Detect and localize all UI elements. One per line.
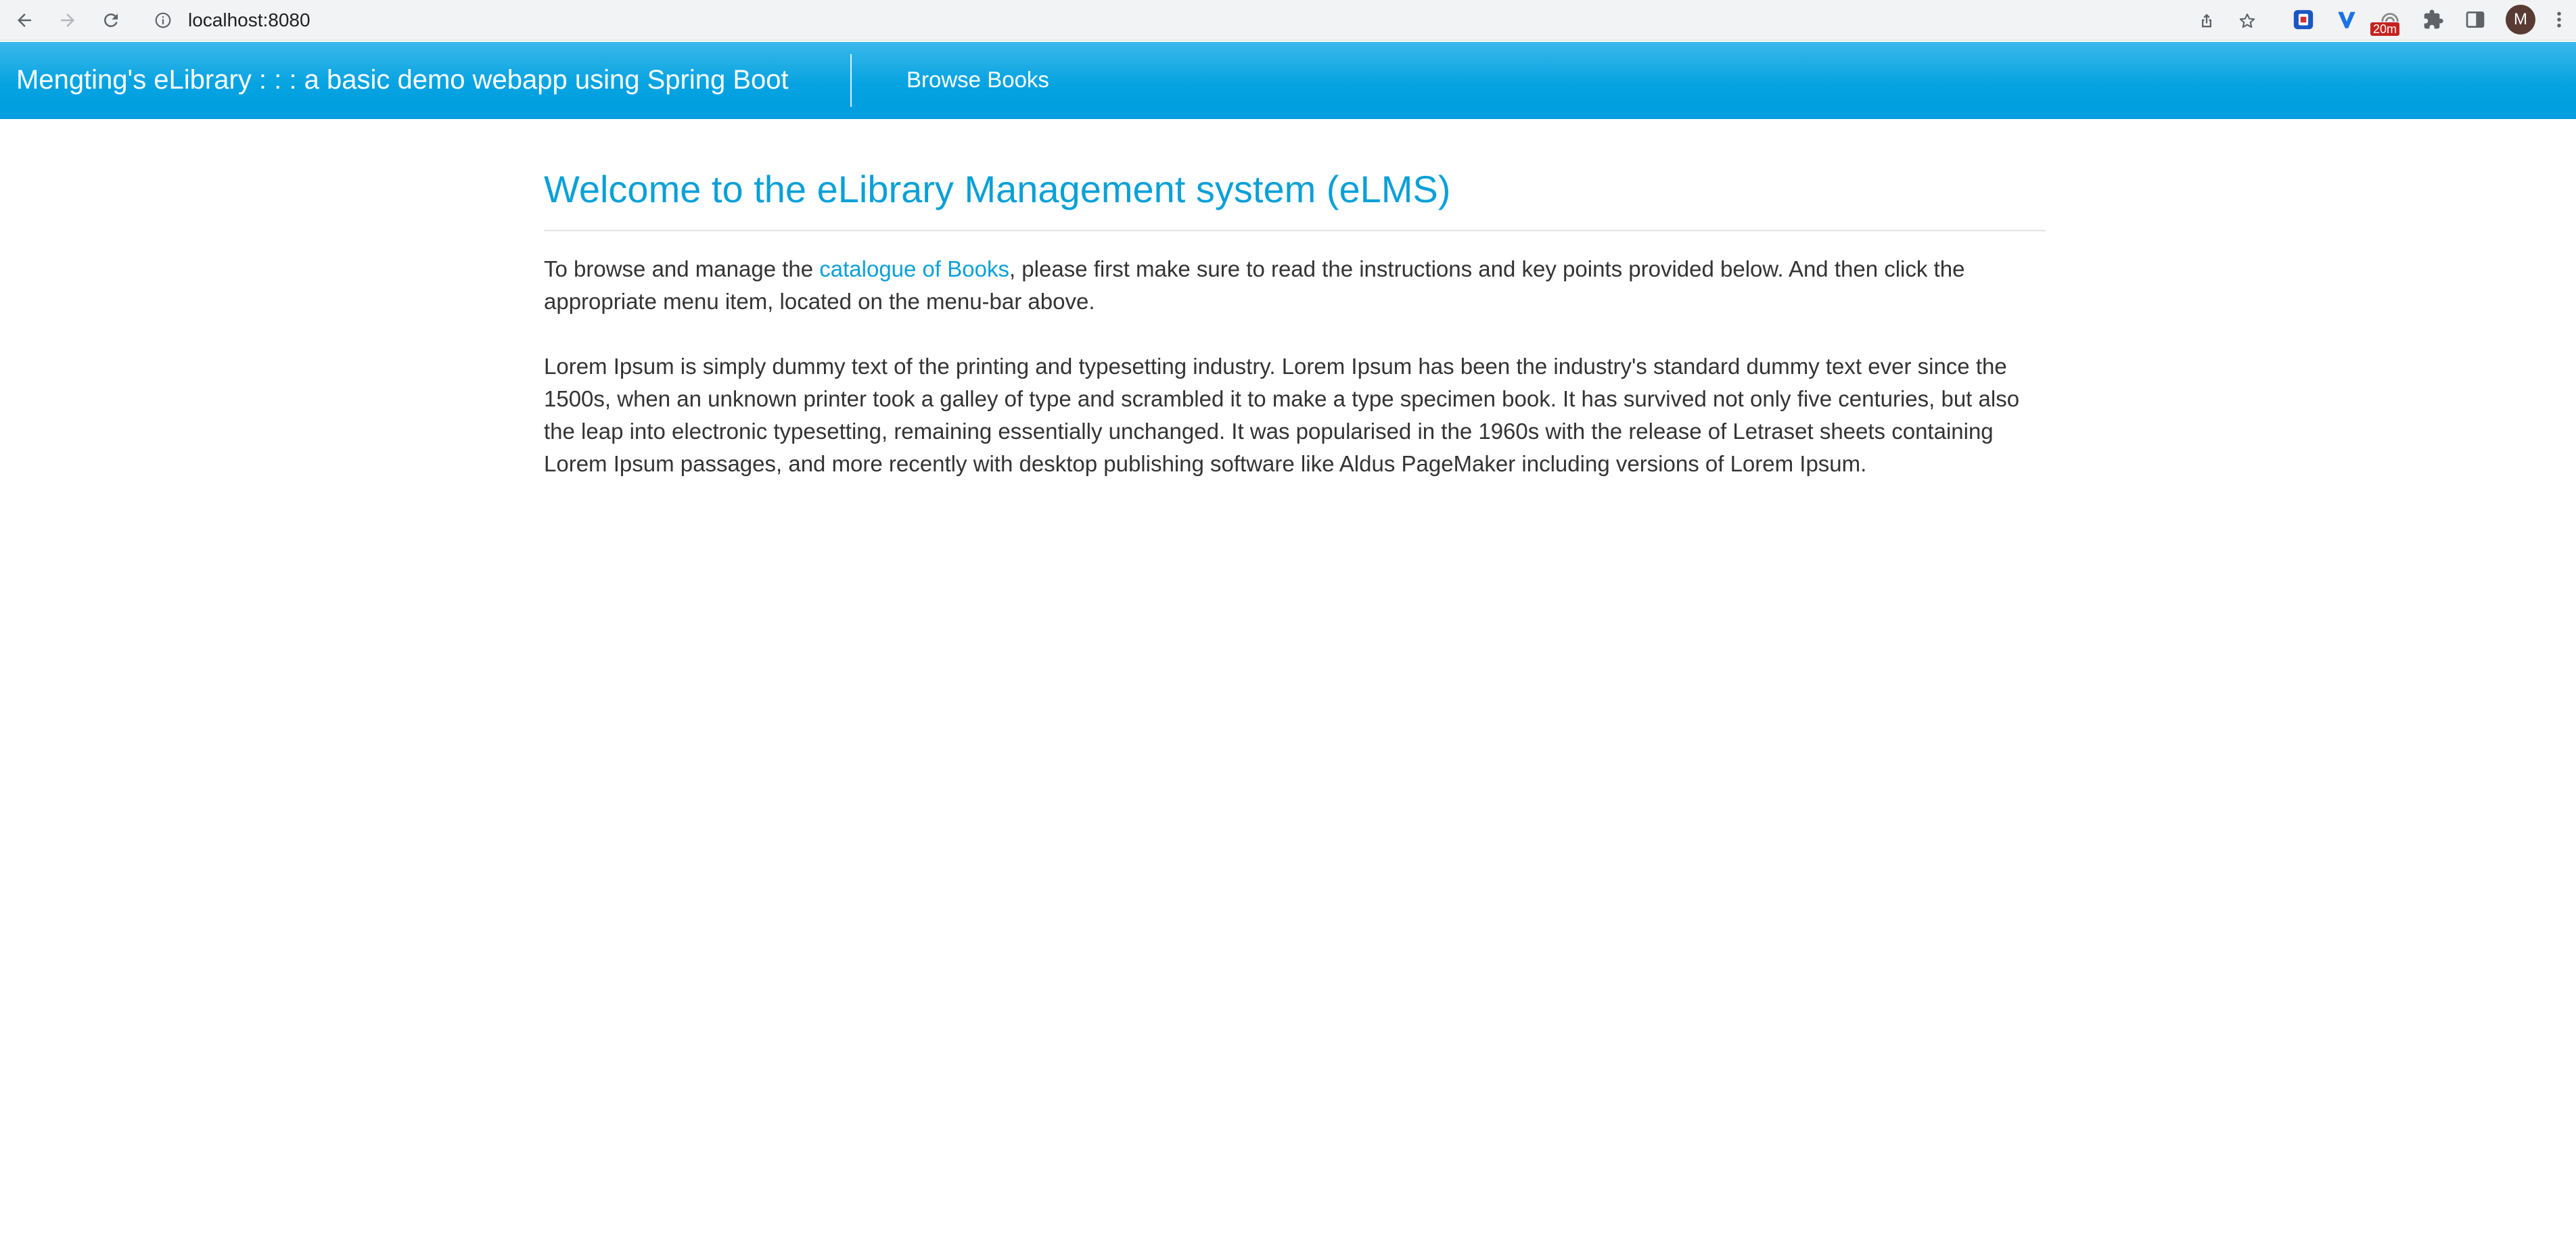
kebab-menu-icon[interactable] [2549, 7, 2569, 32]
avatar[interactable]: M [2506, 5, 2535, 34]
navbar-brand[interactable]: Mengting's eLibrary : : : a basic demo w… [16, 64, 789, 95]
forward-button[interactable] [51, 4, 84, 37]
url-text[interactable]: localhost:8080 [188, 9, 310, 31]
browser-toolbar: localhost:8080 20m M [0, 0, 2576, 41]
app-navbar: Mengting's eLibrary : : : a basic demo w… [0, 42, 2576, 119]
lorem-paragraph: Lorem Ipsum is simply dummy text of the … [544, 354, 2020, 476]
puzzle-icon[interactable] [2420, 7, 2446, 32]
arrow-left-icon [18, 14, 31, 27]
title-divider [544, 230, 2046, 231]
reload-button[interactable] [95, 4, 127, 37]
navbar-divider [850, 54, 852, 107]
password-manager-extension-icon[interactable] [2291, 7, 2316, 32]
main-content: Welcome to the eLibrary Management syste… [544, 162, 2046, 480]
arrow-right-icon [61, 14, 74, 27]
extension-badge: 20m [2370, 22, 2400, 36]
v-extension-icon[interactable] [2334, 7, 2360, 32]
info-icon[interactable] [154, 11, 172, 29]
share-icon[interactable] [2197, 11, 2216, 30]
intro-text-before: To browse and manage the [544, 256, 820, 281]
address-bar[interactable]: localhost:8080 [142, 3, 2273, 38]
nav-link-browse-books[interactable]: Browse Books [906, 66, 1049, 93]
reload-icon [104, 13, 118, 27]
side-panel-icon[interactable] [2462, 7, 2488, 32]
catalogue-of-books-link[interactable]: catalogue of Books [819, 256, 1009, 281]
intro-paragraph: To browse and manage the catalogue of Bo… [544, 253, 2046, 318]
back-button[interactable] [8, 4, 41, 37]
star-icon[interactable] [2238, 11, 2257, 30]
page-title: Welcome to the eLibrary Management syste… [544, 168, 1451, 210]
